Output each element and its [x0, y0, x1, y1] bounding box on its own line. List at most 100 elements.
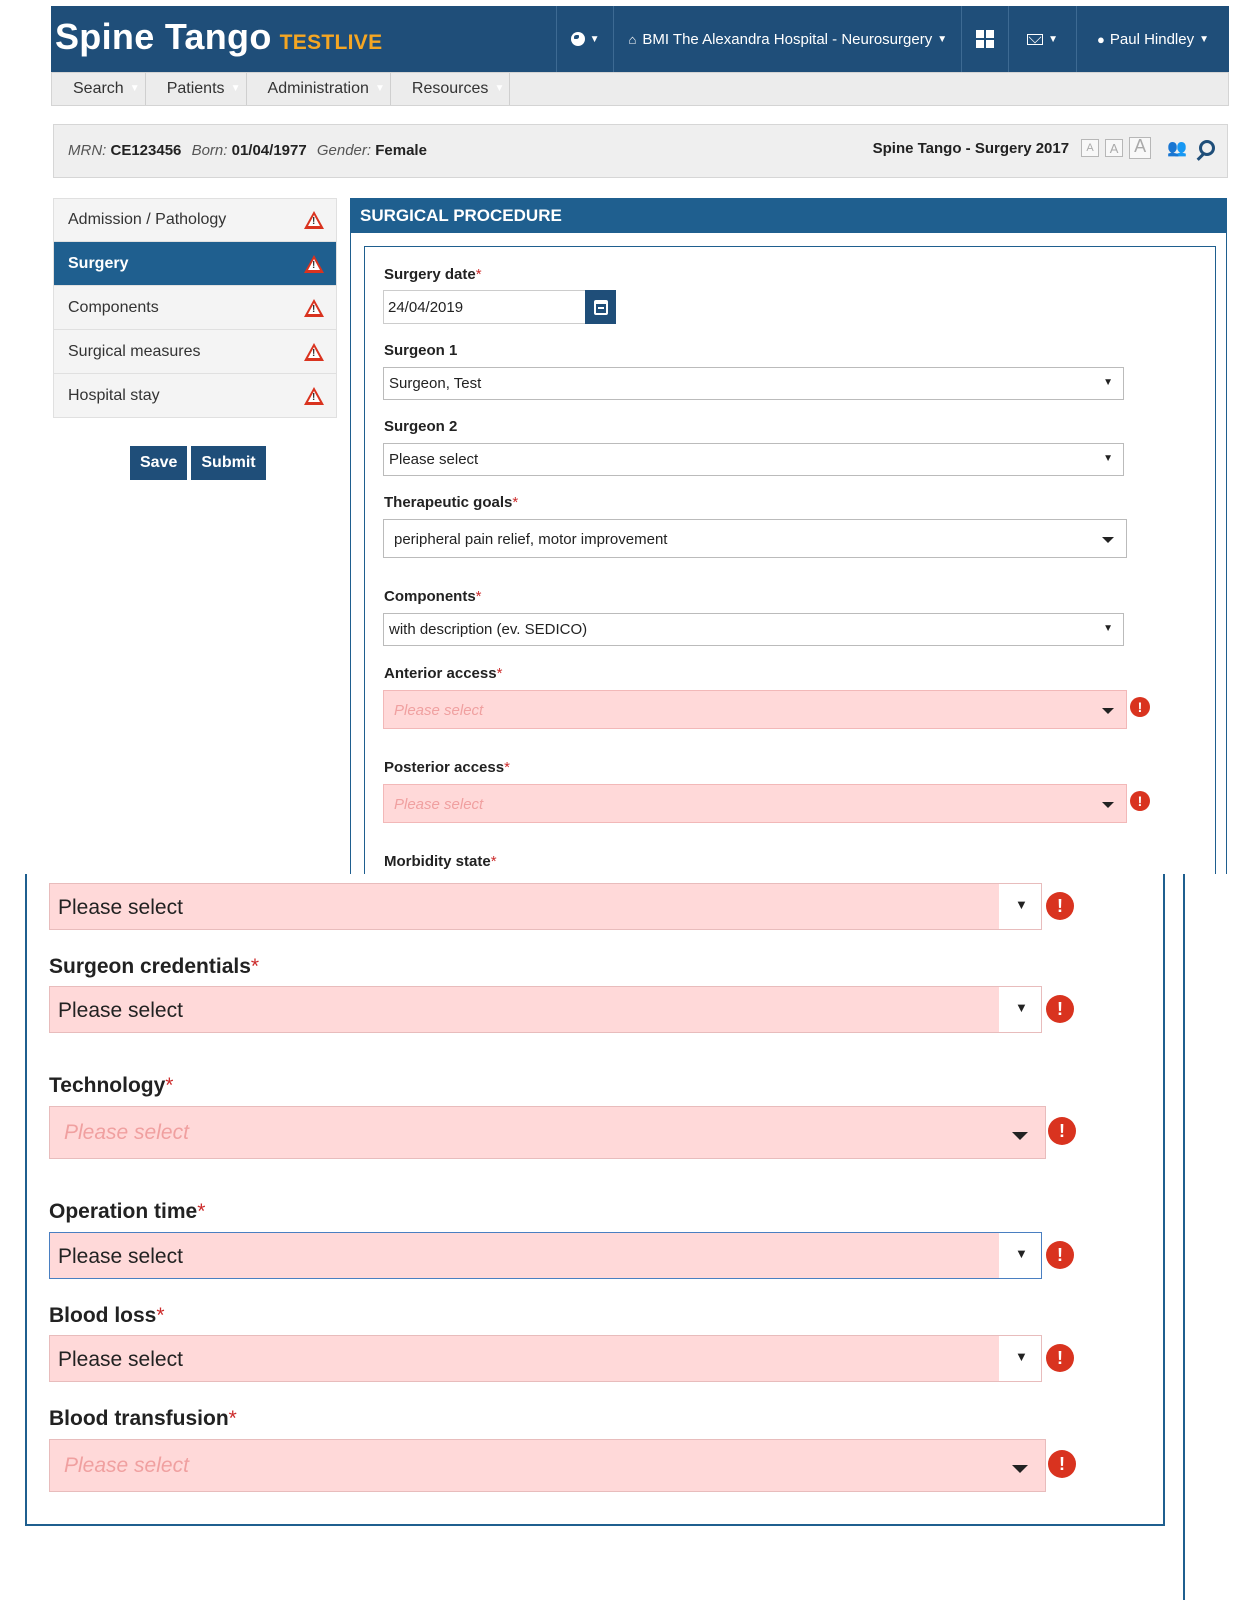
menu-resources[interactable]: Resources ▼ — [391, 73, 511, 105]
form-actions: Save Submit — [130, 446, 266, 480]
caret-down-icon — [1012, 1465, 1028, 1473]
caret-down-icon — [999, 1233, 1041, 1278]
form-continuation: Please select ! Surgeon credentials* Ple… — [0, 874, 1258, 1600]
date-picker-button[interactable] — [585, 290, 616, 324]
env-badge: TESTLIVE — [279, 31, 383, 54]
technology-label: Technology* — [49, 1074, 174, 1097]
caret-down-icon: ▼ — [1103, 377, 1113, 388]
caret-down-icon: ▼ — [1103, 453, 1113, 464]
components-select[interactable]: with description (ev. SEDICO) ▼ — [383, 613, 1124, 646]
error-icon: ! — [1046, 1241, 1074, 1269]
surgery-date-input[interactable]: 24/04/2019 — [383, 290, 586, 324]
users-icon[interactable]: 👥 — [1167, 138, 1187, 158]
caret-down-icon: ▼ — [494, 83, 505, 94]
error-icon: ! — [1046, 892, 1074, 920]
user-icon: ● — [1097, 31, 1105, 47]
form-tools: Spine Tango - Surgery 2017 A A A 👥 — [873, 137, 1215, 159]
font-size-large-button[interactable]: A — [1129, 137, 1152, 159]
sidebar-item-surgery[interactable]: Surgery — [53, 242, 337, 286]
anterior-access-select[interactable]: Please select — [383, 690, 1127, 729]
caret-down-icon — [999, 987, 1041, 1032]
caret-down-icon: ▼ — [230, 83, 241, 94]
brand-name: Spine Tango — [55, 16, 272, 57]
submit-button[interactable]: Submit — [191, 446, 266, 480]
error-icon: ! — [1046, 1344, 1074, 1372]
form-sections-nav: Admission / Pathology Surgery Components… — [53, 198, 337, 480]
technology-select[interactable]: Please select — [49, 1106, 1046, 1159]
morbidity-label: Morbidity state* — [384, 853, 497, 870]
morbidity-select[interactable]: Please select — [49, 883, 1042, 930]
gender-value: Female — [375, 142, 427, 159]
user-menu[interactable]: ● Paul Hindley ▼ — [1076, 6, 1229, 72]
menu-patients[interactable]: Patients ▼ — [146, 73, 247, 105]
home-icon: ⌂ — [628, 31, 637, 47]
caret-down-icon: ▼ — [1103, 623, 1113, 634]
org-name: BMI The Alexandra Hospital - Neurosurger… — [642, 30, 933, 48]
menu-administration[interactable]: Administration ▼ — [247, 73, 391, 105]
form-title: Spine Tango - Surgery 2017 — [872, 139, 1070, 157]
top-nav: ▼ ⌂ BMI The Alexandra Hospital - Neurosu… — [555, 6, 1229, 72]
font-size-small-button[interactable]: A — [1081, 139, 1100, 157]
messages-menu[interactable]: ▼ — [1008, 6, 1076, 72]
main-menu: Search ▼ Patients ▼ Administration ▼ Resour… — [51, 72, 1229, 106]
language-menu[interactable]: ▼ — [555, 6, 614, 72]
grid-icon — [976, 30, 995, 48]
mrn-label: MRN: — [68, 142, 107, 159]
brand-logo[interactable]: Spine Tango TESTLIVE — [55, 16, 382, 58]
surgery-date-label: Surgery date* — [384, 266, 482, 283]
sidebar-item-admission[interactable]: Admission / Pathology — [53, 198, 337, 242]
calendar-icon — [593, 299, 608, 315]
panel-title: SURGICAL PROCEDURE — [351, 199, 1226, 233]
error-icon: ! — [1048, 1117, 1076, 1145]
error-icon: ! — [1048, 1450, 1076, 1478]
sidebar-item-components[interactable]: Components — [53, 286, 337, 330]
frame-line — [1183, 874, 1185, 1600]
surgeon2-select[interactable]: Please select ▼ — [383, 443, 1124, 476]
goals-multiselect[interactable]: peripheral pain relief, motor improvemen… — [383, 519, 1127, 558]
surgical-procedure-panel: SURGICAL PROCEDURE Surgery date* 24/04/2… — [350, 198, 1227, 886]
menu-search[interactable]: Search ▼ — [52, 73, 146, 105]
error-icon: ! — [1130, 697, 1150, 717]
org-menu[interactable]: ⌂ BMI The Alexandra Hospital - Neurosurg… — [613, 6, 961, 72]
caret-down-icon: ▼ — [374, 83, 385, 94]
font-size-medium-button[interactable]: A — [1105, 139, 1124, 157]
search-icon[interactable] — [1199, 140, 1215, 156]
caret-down-icon — [999, 1336, 1041, 1381]
surgeon-credentials-label: Surgeon credentials* — [49, 955, 260, 978]
surgeon-credentials-select[interactable]: Please select — [49, 986, 1042, 1033]
surgeon2-label: Surgeon 2 — [384, 418, 458, 435]
goals-label: Therapeutic goals* — [384, 494, 519, 511]
posterior-access-label: Posterior access* — [384, 759, 510, 776]
warning-icon — [304, 342, 324, 361]
frame-line — [25, 1524, 1165, 1526]
posterior-access-select[interactable]: Please select — [383, 784, 1127, 823]
warning-icon — [304, 386, 324, 405]
apps-button[interactable] — [961, 6, 1008, 72]
frame-line — [25, 874, 27, 1526]
caret-down-icon: ▼ — [1199, 33, 1209, 45]
blood-loss-label: Blood loss* — [49, 1304, 165, 1327]
caret-down-icon: ▼ — [937, 33, 948, 45]
caret-down-icon — [1102, 708, 1114, 714]
caret-down-icon — [999, 884, 1041, 929]
surgeon1-label: Surgeon 1 — [384, 342, 458, 359]
born-label: Born: — [191, 142, 228, 159]
save-button[interactable]: Save — [130, 446, 188, 480]
sidebar-item-hospital-stay[interactable]: Hospital stay — [53, 374, 337, 418]
caret-down-icon — [1102, 537, 1114, 543]
caret-down-icon: ▼ — [129, 83, 140, 94]
blood-loss-select[interactable]: Please select — [49, 1335, 1042, 1382]
surgeon1-select[interactable]: Surgeon, Test ▼ — [383, 367, 1124, 400]
globe-icon — [570, 32, 585, 46]
patient-info: MRN: CE123456 Born: 01/04/1977 Gender: F… — [68, 142, 433, 159]
frame-line — [1163, 874, 1165, 1526]
patient-bar: MRN: CE123456 Born: 01/04/1977 Gender: F… — [53, 124, 1228, 178]
caret-down-icon — [1012, 1132, 1028, 1140]
sidebar-item-surgical-measures[interactable]: Surgical measures — [53, 330, 337, 374]
warning-icon — [304, 298, 324, 317]
form-body: Surgery date* 24/04/2019 Surgeon 1 Surge… — [364, 246, 1216, 886]
blood-transfusion-select[interactable]: Please select — [49, 1439, 1046, 1492]
envelope-icon — [1027, 33, 1044, 45]
operation-time-select[interactable]: Please select — [49, 1232, 1042, 1279]
warning-icon — [304, 254, 324, 273]
